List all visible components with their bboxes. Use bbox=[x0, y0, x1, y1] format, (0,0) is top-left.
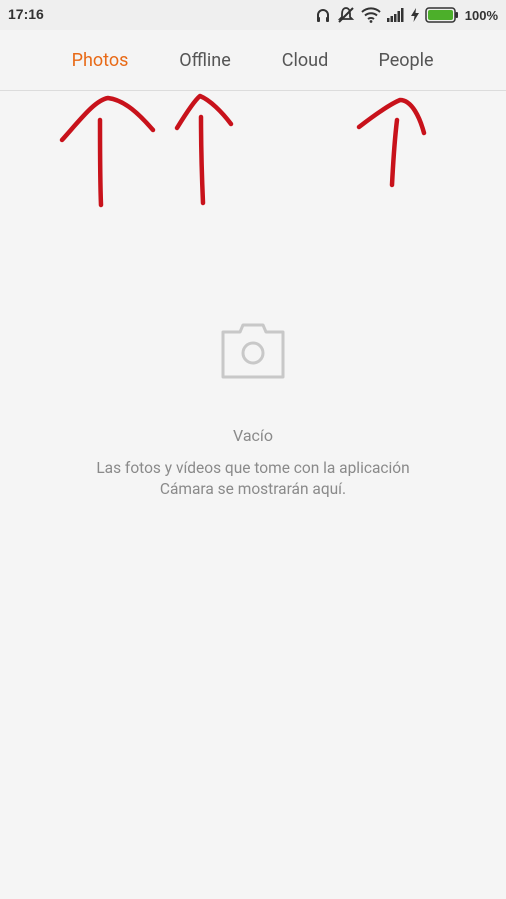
tab-offline[interactable]: Offline bbox=[160, 30, 250, 90]
signal-icon bbox=[386, 8, 405, 22]
tab-cloud[interactable]: Cloud bbox=[260, 30, 350, 90]
status-icons: 100% bbox=[315, 4, 498, 26]
tab-people[interactable]: People bbox=[361, 30, 451, 90]
mute-icon bbox=[337, 6, 355, 24]
camera-icon bbox=[220, 322, 286, 384]
battery-percent: 100% bbox=[464, 7, 498, 23]
screen: 17:16 100% Photos Offline Cloud People V… bbox=[0, 0, 506, 899]
wifi-icon bbox=[361, 7, 381, 23]
battery-icon bbox=[425, 7, 459, 23]
tab-photos[interactable]: Photos bbox=[55, 30, 145, 90]
empty-title: Vacío bbox=[233, 426, 273, 445]
empty-description-line-2: Cámara se mostrarán aquí. bbox=[159, 480, 347, 498]
status-time: 17:16 bbox=[8, 6, 44, 22]
empty-description-line-1: Las fotos y vídeos que tome con la aplic… bbox=[96, 459, 410, 477]
arrow-offline-icon bbox=[174, 93, 234, 206]
annotation-overlay bbox=[59, 93, 427, 208]
headphones-icon bbox=[315, 7, 331, 23]
charging-icon bbox=[410, 8, 419, 22]
arrow-photos-icon bbox=[59, 95, 156, 208]
arrow-people-icon bbox=[356, 97, 427, 188]
empty-description: Las fotos y vídeos que tome con la aplic… bbox=[60, 458, 446, 500]
status-bar: 17:16 100% bbox=[0, 0, 506, 30]
tab-bar: Photos Offline Cloud People bbox=[0, 30, 506, 91]
